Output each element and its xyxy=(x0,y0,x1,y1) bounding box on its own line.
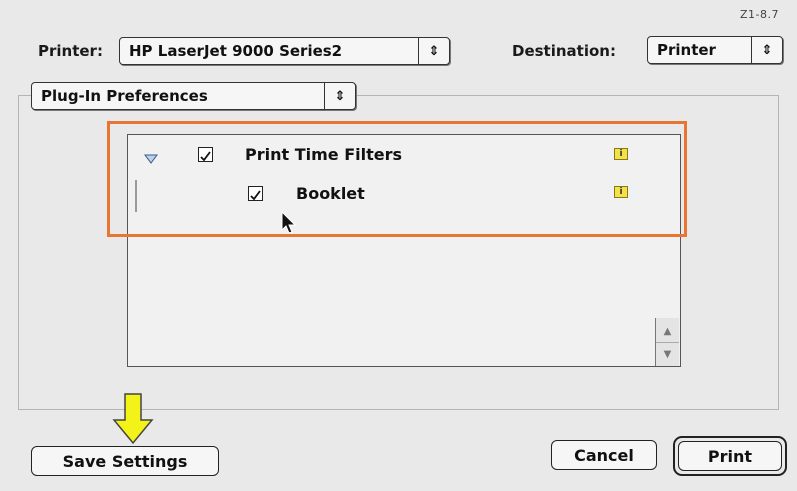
info-icon[interactable]: i xyxy=(614,186,628,198)
popup-arrows-icon: ⇕ xyxy=(324,83,355,109)
destination-label: Destination: xyxy=(512,42,616,60)
print-button[interactable]: Print xyxy=(678,441,782,471)
cancel-button[interactable]: Cancel xyxy=(551,440,657,470)
info-icon[interactable]: i xyxy=(614,148,628,160)
print-time-filters-label: Print Time Filters xyxy=(245,145,403,164)
checkmark-icon xyxy=(250,190,261,201)
printer-label: Printer: xyxy=(38,42,103,60)
popup-arrows-icon: ⇕ xyxy=(418,38,449,64)
scroll-down-icon[interactable]: ▼ xyxy=(656,342,679,365)
destination-popup-value: Printer xyxy=(657,41,716,59)
printer-popup[interactable]: HP LaserJet 9000 Series2 ⇕ xyxy=(119,37,450,65)
print-time-filters-checkbox[interactable] xyxy=(198,147,213,162)
list-scrollbar[interactable]: ▲ ▼ xyxy=(655,318,679,366)
popup-arrows-icon: ⇕ xyxy=(751,37,782,63)
panel-popup-value: Plug-In Preferences xyxy=(41,87,208,105)
plugin-list[interactable] xyxy=(127,134,681,367)
mouse-cursor-icon xyxy=(281,211,297,234)
scroll-up-icon[interactable]: ▲ xyxy=(656,320,679,342)
row-selection-indicator xyxy=(135,180,137,212)
booklet-label: Booklet xyxy=(296,184,365,203)
figure-id: Z1-8.7 xyxy=(740,8,779,21)
checkmark-icon xyxy=(200,151,211,162)
pointer-arrow-icon xyxy=(112,393,154,445)
panel-popup[interactable]: Plug-In Preferences ⇕ xyxy=(31,82,356,110)
booklet-checkbox[interactable] xyxy=(248,186,263,201)
printer-popup-value: HP LaserJet 9000 Series2 xyxy=(129,42,343,60)
save-settings-button[interactable]: Save Settings xyxy=(31,446,219,476)
disclosure-triangle-icon[interactable] xyxy=(144,150,158,164)
destination-popup[interactable]: Printer ⇕ xyxy=(647,36,783,64)
